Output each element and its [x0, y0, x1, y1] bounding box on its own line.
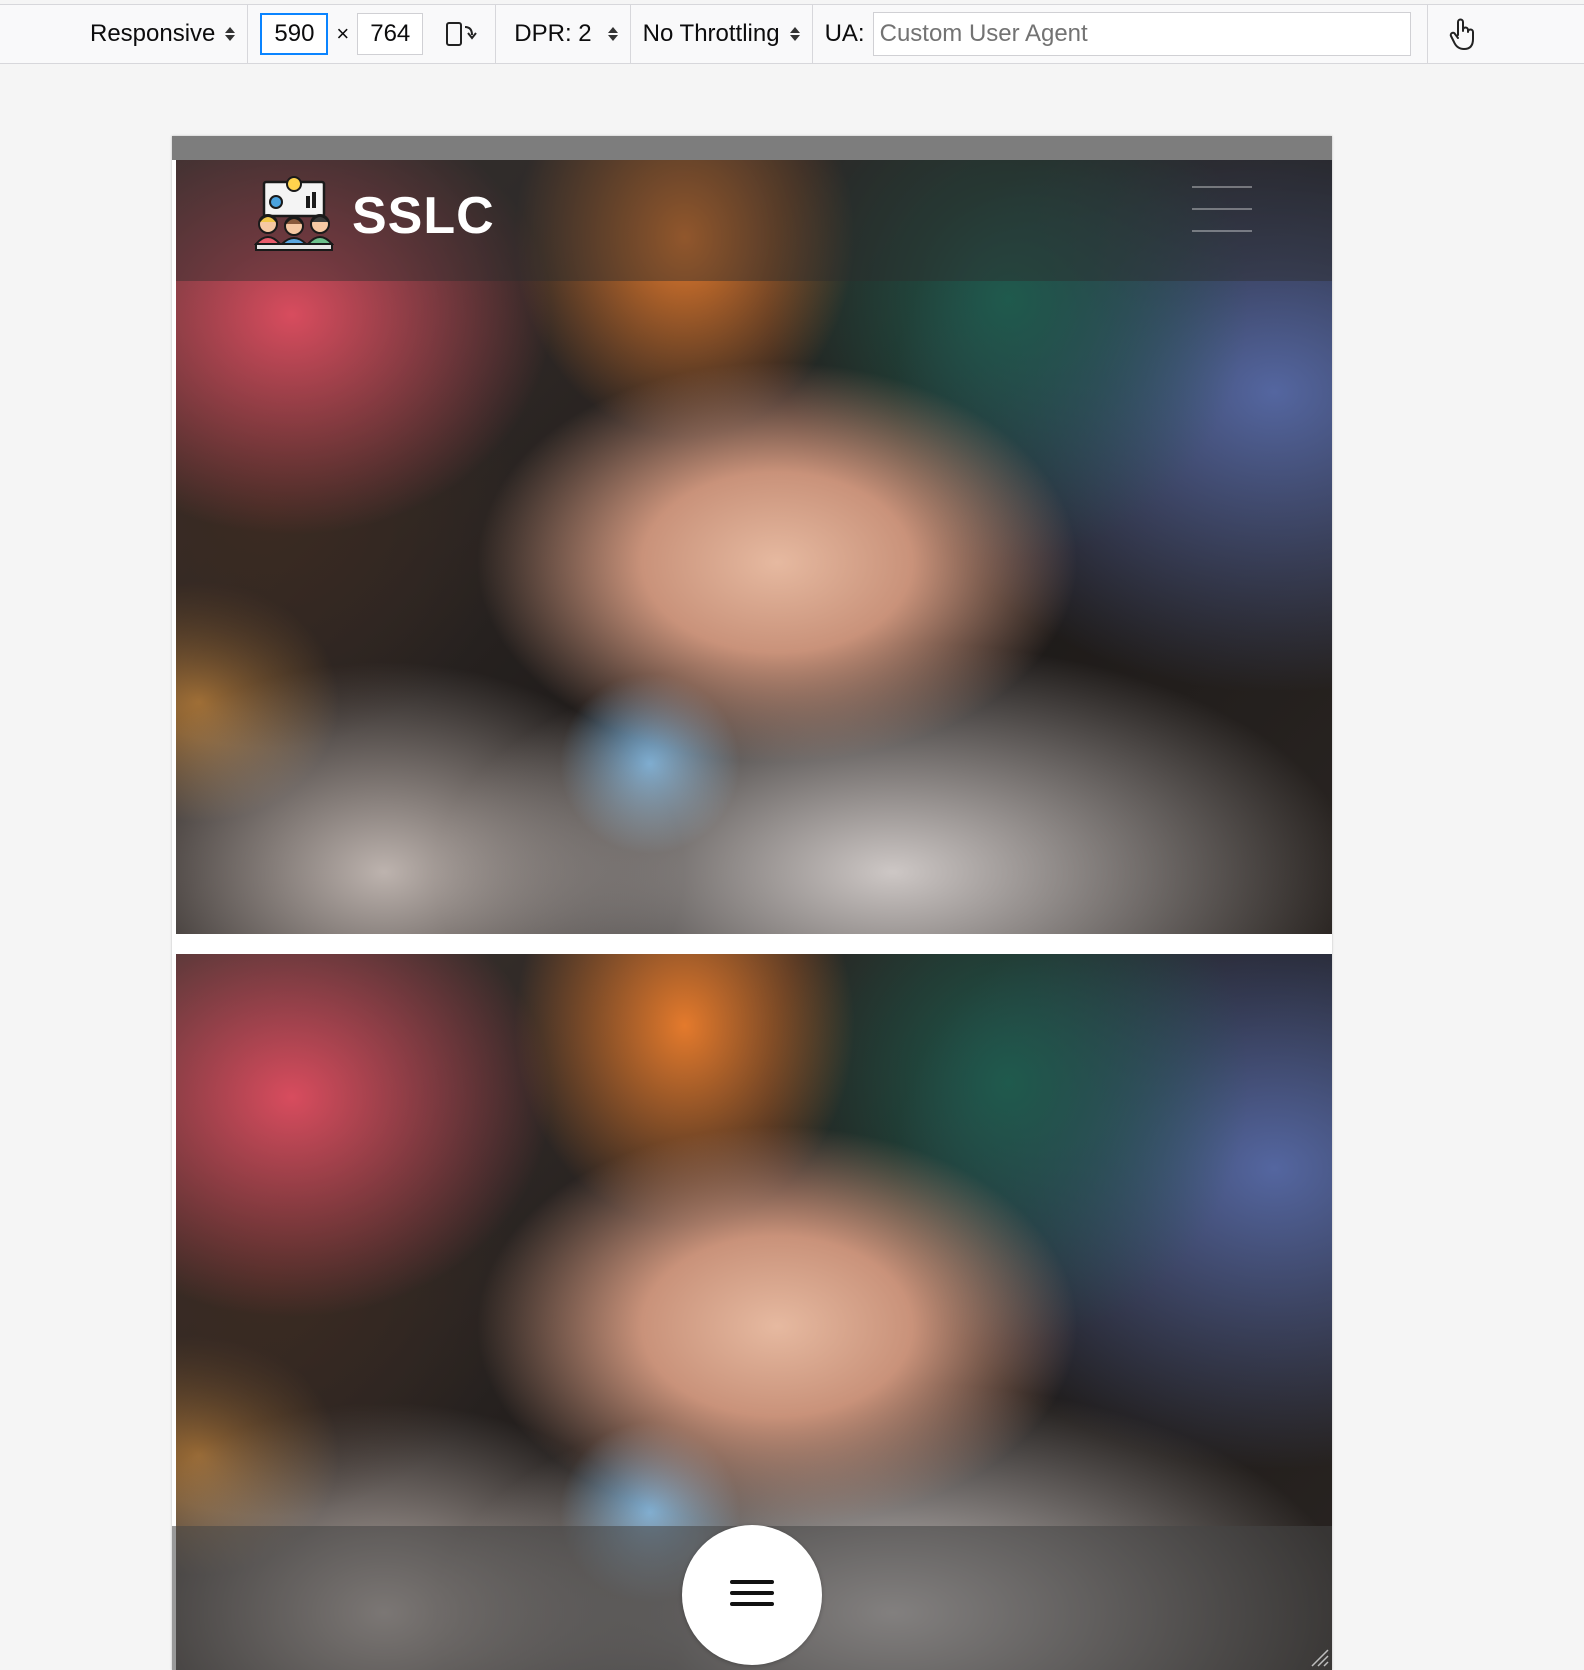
user-agent-label: UA:: [824, 20, 865, 47]
toolbar-divider: [1426, 4, 1428, 64]
viewport-size-group: ×: [248, 4, 489, 64]
updown-arrow-icon: [607, 27, 618, 41]
floating-menu-button[interactable]: [682, 1525, 822, 1665]
updown-arrow-icon: [225, 27, 236, 41]
device-selector-label: Responsive: [90, 20, 216, 47]
dpr-selector[interactable]: DPR: 2: [496, 4, 629, 64]
user-agent-input[interactable]: [872, 12, 1411, 56]
rotate-device-icon[interactable]: [445, 19, 478, 49]
hamburger-menu-icon[interactable]: [1192, 184, 1252, 236]
network-throttling-selector[interactable]: No Throttling: [631, 4, 812, 64]
hamburger-menu-icon: [730, 1591, 774, 1595]
viewport-resize-handle[interactable]: [1306, 1644, 1330, 1668]
hamburger-menu-icon: [730, 1580, 774, 1584]
device-selector[interactable]: Responsive: [78, 4, 247, 64]
hamburger-menu-icon: [730, 1602, 774, 1606]
throttling-selector-label: No Throttling: [642, 20, 780, 47]
dimension-times-symbol: ×: [336, 21, 350, 46]
viewport-height-input[interactable]: [357, 13, 424, 55]
emulated-viewport: SSLC: [172, 136, 1332, 1670]
site-title[interactable]: SSLC: [352, 186, 495, 246]
dpr-selector-label: DPR: 2: [514, 20, 592, 47]
site-header: SSLC: [176, 160, 1332, 281]
updown-arrow-icon: [789, 27, 800, 41]
viewport-top-strip: [172, 136, 1332, 160]
responsive-design-toolbar: Responsive × DPR: 2 No Throttling UA:: [0, 4, 1584, 64]
touch-simulation-icon[interactable]: [1448, 17, 1478, 51]
community-logo-icon[interactable]: [253, 174, 335, 254]
viewport-width-input[interactable]: [260, 13, 329, 55]
